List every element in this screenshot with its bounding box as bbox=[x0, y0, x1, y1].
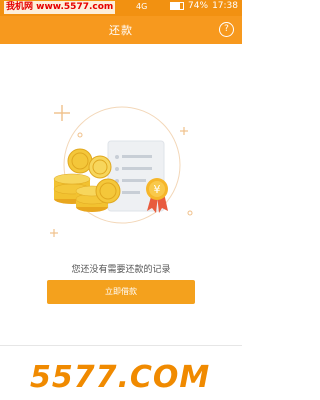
battery-icon bbox=[170, 2, 185, 10]
network-indicator: 4G bbox=[136, 2, 148, 11]
dot-decor bbox=[77, 132, 83, 138]
sparkle-icon bbox=[180, 127, 188, 135]
status-right: 74% 17:38 bbox=[170, 1, 238, 11]
svg-text:¥: ¥ bbox=[154, 183, 161, 196]
status-bar: 我机网 www.5577.com 4G 74% 17:38 bbox=[0, 0, 242, 16]
site-watermark-logo: 5577.COM bbox=[30, 360, 211, 395]
empty-state-message: 您还没有需要还款的记录 bbox=[71, 265, 171, 275]
battery-level: 74% bbox=[188, 1, 209, 11]
repayment-screen: 我机网 www.5577.com 4G 74% 17:38 还款 ? ¥ 您还没… bbox=[0, 0, 242, 400]
page-title: 还款 bbox=[109, 24, 133, 37]
dot-decor bbox=[187, 210, 193, 216]
divider bbox=[0, 345, 242, 346]
clock: 17:38 bbox=[212, 1, 238, 11]
empty-state-illustration: ¥ bbox=[50, 105, 193, 237]
help-icon[interactable]: ? bbox=[219, 22, 234, 37]
sparkle-icon bbox=[50, 229, 58, 237]
site-watermark: 我机网 www.5577.com bbox=[4, 1, 116, 14]
title-bar: 还款 ? bbox=[0, 16, 242, 44]
borrow-now-button[interactable]: 立即借款 bbox=[47, 280, 195, 304]
sparkle-icon bbox=[54, 105, 70, 121]
